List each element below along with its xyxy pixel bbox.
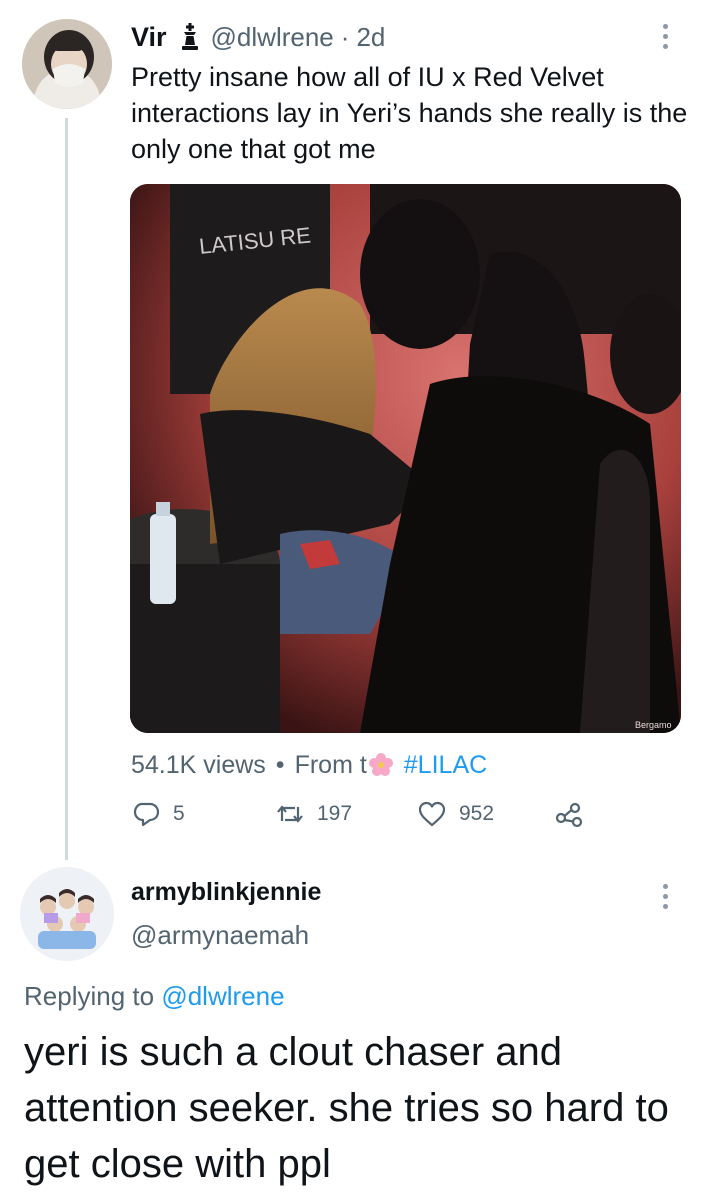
- author-name[interactable]: Vir: [131, 22, 167, 53]
- like-button[interactable]: 952: [417, 797, 494, 831]
- replying-to-mention[interactable]: @dlwlrene: [161, 981, 284, 1011]
- reply-more-options-icon[interactable]: [661, 884, 669, 912]
- share-button[interactable]: [554, 797, 596, 831]
- reply-text: yeri is such a clout chaser and attentio…: [24, 1030, 669, 1186]
- chess-king-icon: [175, 22, 205, 52]
- view-count: 54.1K views: [131, 750, 266, 779]
- reply-icon: [133, 802, 160, 827]
- meta-separator: •: [275, 750, 285, 779]
- reply-author-name[interactable]: armyblinkjennie: [131, 878, 321, 907]
- replying-to-label: Replying to: [24, 981, 155, 1011]
- retweet-icon: [277, 805, 303, 823]
- tweet-header: Vir @dlwlrene · 2d: [131, 20, 385, 54]
- tweet-text: Pretty insane how all of IU x Red Velvet…: [131, 62, 688, 164]
- author-avatar[interactable]: [22, 19, 112, 109]
- cherry-blossom-icon: [368, 752, 394, 778]
- reply-author-handle[interactable]: @armynaemah: [131, 920, 309, 951]
- retweet-count: 197: [317, 802, 353, 825]
- tweet-meta-row: 54.1K views • From t #LILAC: [131, 748, 487, 782]
- reply-button[interactable]: 5: [131, 797, 185, 831]
- like-count: 952: [459, 802, 495, 825]
- author-avatar-image: [22, 19, 112, 109]
- tweet-media-video[interactable]: LATISU RE Bergamo: [130, 184, 681, 733]
- video-frame: LATISU RE Bergamo: [130, 184, 681, 733]
- from-label: From t: [294, 750, 367, 779]
- tweet-timestamp[interactable]: 2d: [356, 22, 385, 53]
- media-watermark: Bergamo: [635, 720, 672, 730]
- hashtag-link[interactable]: #LILAC: [404, 751, 487, 780]
- reply-author-avatar[interactable]: [20, 867, 114, 961]
- retweet-button[interactable]: 197: [275, 797, 352, 831]
- header-separator: ·: [340, 21, 350, 52]
- heart-icon: [418, 801, 446, 827]
- thread-connector-line: [65, 118, 68, 860]
- share-icon: [555, 802, 583, 828]
- author-handle[interactable]: @dlwlrene: [211, 22, 334, 53]
- replying-to-line: Replying to @dlwlrene: [24, 981, 285, 1012]
- more-options-icon[interactable]: [661, 24, 669, 52]
- reply-count: 5: [173, 802, 185, 825]
- reply-avatar-image: [20, 867, 114, 961]
